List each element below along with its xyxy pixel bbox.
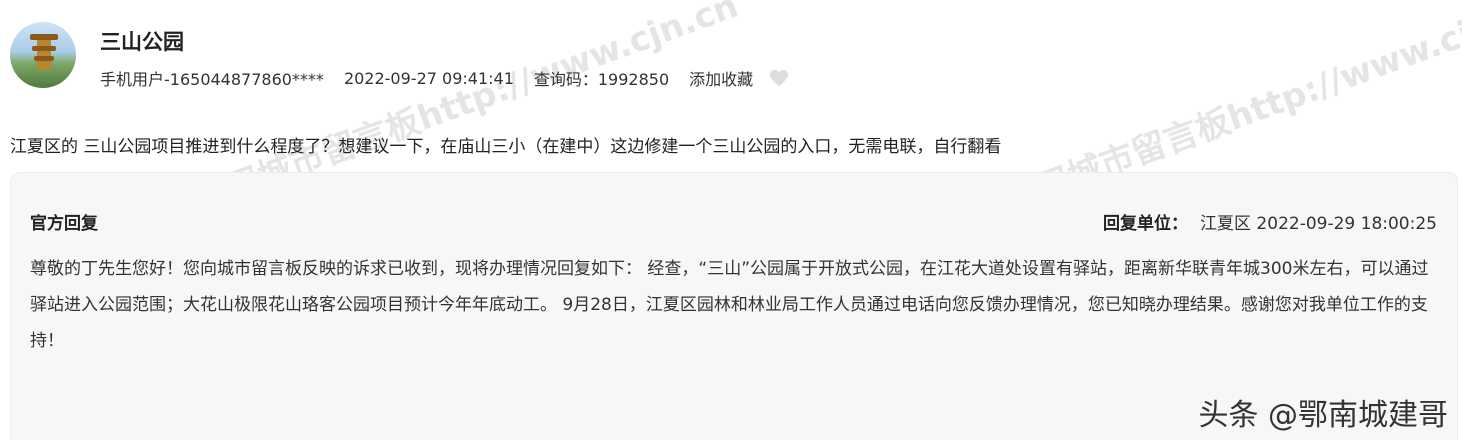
reply-label: 官方回复 [30,214,98,234]
reply-body: 尊敬的丁先生您好！您向城市留言板反映的诉求已收到，现将办理情况回复如下： 经查，… [30,259,1429,351]
roof-shape [32,46,56,51]
question-text: 江夏区的 三山公园项目推进到什么程度了？想建议一下，在庙山三小（在建中）这边修建… [10,137,1002,157]
roof-shape [34,56,54,61]
footer-brand-watermark: 头条 @鄂南城建哥 [1198,398,1448,433]
post-meta: 手机用户-165044877860**** 2022-09-27 09:41:4… [100,66,789,90]
tower-shape [37,36,51,70]
reply-unit-label: 回复单位： [1103,214,1189,234]
add-favorite-link[interactable]: 添加收藏 [689,66,753,90]
author-name: 手机用户-165044877860**** [100,70,324,89]
reply-unit: 回复单位： 江夏区 2022-09-29 18:00:25 [1103,209,1437,234]
post-datetime: 2022-09-27 09:41:41 [343,68,514,88]
avatar[interactable] [10,22,76,88]
roof-shape [30,34,58,40]
query-code: 查询码：1992850 [533,70,670,89]
heart-icon[interactable] [769,69,789,87]
reply-unit-value: 江夏区 2022-09-29 18:00:25 [1200,214,1437,234]
post-title: 三山公园 [100,30,184,54]
